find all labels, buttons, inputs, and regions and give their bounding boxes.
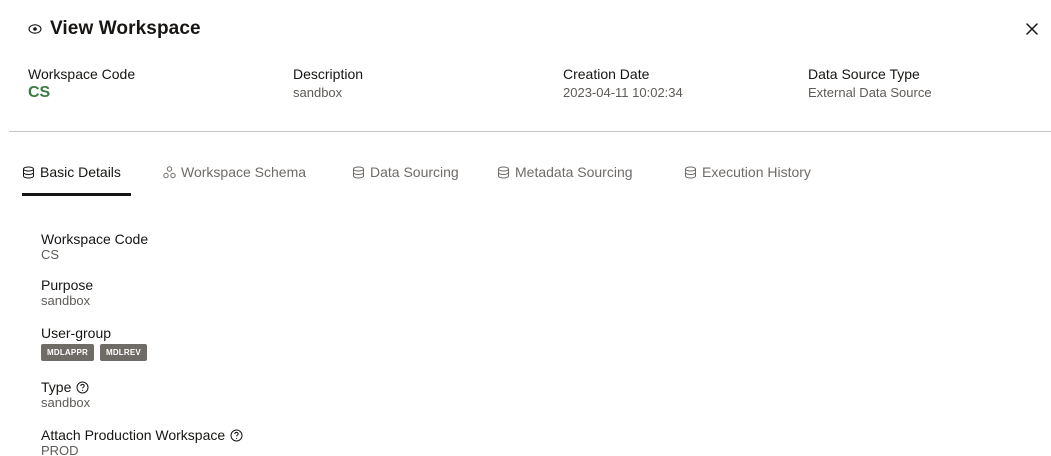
field-purpose: Purpose sandbox bbox=[41, 277, 441, 308]
field-value: sandbox bbox=[41, 395, 91, 410]
eye-icon bbox=[28, 22, 42, 36]
summary-data-source-type: Data Source Type External Data Source bbox=[808, 66, 932, 101]
page-title: View Workspace bbox=[50, 18, 201, 39]
tab-data-sourcing[interactable]: Data Sourcing bbox=[352, 158, 459, 186]
tab-label: Metadata Sourcing bbox=[515, 164, 633, 180]
field-label: Workspace Code bbox=[41, 231, 149, 247]
field-value: PROD bbox=[41, 443, 79, 456]
user-group-badge: MDLAPPR bbox=[41, 344, 94, 361]
tab-label: Execution History bbox=[702, 164, 811, 180]
summary-label: Data Source Type bbox=[808, 66, 920, 82]
summary-label: Workspace Code bbox=[28, 66, 136, 82]
field-workspace-code: Workspace Code CS bbox=[41, 231, 441, 262]
workspace-code-value: CS bbox=[28, 84, 51, 101]
tab-basic-details[interactable]: Basic Details bbox=[22, 158, 121, 186]
workspace-summary: Workspace Code CS Description sandbox Cr… bbox=[0, 66, 1051, 106]
field-user-group: User-group MDLAPPR MDLREV bbox=[41, 325, 441, 361]
tab-workspace-schema[interactable]: Workspace Schema bbox=[163, 158, 306, 186]
tab-label: Basic Details bbox=[40, 164, 121, 180]
help-icon[interactable] bbox=[230, 429, 243, 442]
summary-label: Creation Date bbox=[563, 66, 650, 82]
active-tab-indicator bbox=[22, 193, 131, 196]
field-label: Type bbox=[41, 379, 441, 395]
field-label: Purpose bbox=[41, 277, 94, 293]
dialog-title-bar: View Workspace bbox=[28, 18, 201, 40]
tab-label: Workspace Schema bbox=[181, 164, 307, 180]
user-group-badges: MDLAPPR MDLREV bbox=[41, 344, 441, 361]
field-value: sandbox bbox=[41, 293, 91, 308]
attach-prod-label: Attach Production Workspace bbox=[41, 427, 226, 443]
tab-execution-history[interactable]: Execution History bbox=[684, 158, 811, 186]
database-icon bbox=[497, 166, 510, 179]
summary-value: sandbox bbox=[293, 85, 343, 100]
schema-icon bbox=[163, 165, 176, 179]
tab-label: Data Sourcing bbox=[370, 164, 459, 180]
summary-workspace-code: Workspace Code CS bbox=[28, 66, 135, 102]
field-label: Attach Production Workspace bbox=[41, 427, 441, 443]
user-group-badge: MDLREV bbox=[99, 344, 147, 361]
summary-creation-date: Creation Date 2023-04-11 10:02:34 bbox=[563, 66, 683, 101]
database-icon bbox=[352, 166, 365, 179]
summary-value: External Data Source bbox=[808, 85, 932, 100]
database-icon bbox=[22, 166, 35, 179]
field-label: User-group bbox=[41, 325, 112, 341]
field-type: Type sandbox bbox=[41, 379, 441, 410]
database-icon bbox=[684, 166, 697, 179]
divider bbox=[9, 131, 1051, 132]
help-icon[interactable] bbox=[76, 381, 89, 394]
summary-value: 2023-04-11 10:02:34 bbox=[563, 85, 683, 100]
tab-metadata-sourcing[interactable]: Metadata Sourcing bbox=[497, 158, 633, 186]
field-value: CS bbox=[41, 247, 60, 262]
field-attach-production-workspace: Attach Production Workspace PROD bbox=[41, 427, 441, 456]
summary-description: Description sandbox bbox=[293, 66, 363, 101]
close-icon[interactable] bbox=[1025, 22, 1039, 36]
summary-label: Description bbox=[293, 66, 364, 82]
type-label: Type bbox=[41, 379, 72, 395]
